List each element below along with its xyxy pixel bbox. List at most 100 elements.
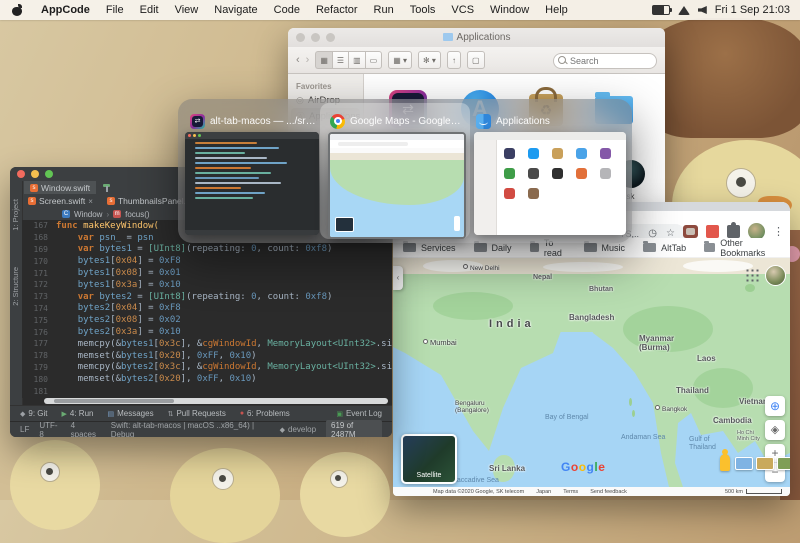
tool-button-6-problems[interactable]: ● 6: Problems xyxy=(240,409,290,418)
imagery-chip-green[interactable] xyxy=(777,457,790,470)
imagery-chips[interactable] xyxy=(735,457,790,470)
google-logo-letter: o xyxy=(570,460,579,474)
breadcrumb-method[interactable]: focus() xyxy=(125,210,149,219)
minimize-button[interactable] xyxy=(31,170,39,178)
status-619[interactable]: 619 of 2487M xyxy=(326,419,382,437)
switcher-thumbnail-appcode[interactable] xyxy=(185,132,319,235)
build-hammer-icon[interactable] xyxy=(102,183,112,192)
status-swift-[interactable]: Swift: alt-tab-macos | macOS ..x86_64) |… xyxy=(111,421,270,438)
wallpaper-chick-2 xyxy=(170,448,280,543)
tag-button[interactable]: ▢ xyxy=(466,51,485,69)
mini-code-line xyxy=(195,177,259,179)
attribution-link-send-feedback[interactable]: Send feedback xyxy=(590,489,627,495)
line-number: 181 xyxy=(33,386,48,396)
close-button[interactable] xyxy=(17,170,25,178)
gallery-view-button[interactable]: ▭ xyxy=(364,51,383,69)
close-tab-icon[interactable]: × xyxy=(88,197,93,206)
other-bookmarks[interactable]: Other Bookmarks xyxy=(704,238,780,258)
menu-view[interactable]: View xyxy=(167,1,207,19)
bookmark-alttab[interactable]: AltTab xyxy=(643,238,686,258)
list-view-button[interactable]: ☰ xyxy=(331,51,349,69)
pegman-streetview[interactable] xyxy=(720,449,730,471)
wifi-icon[interactable] xyxy=(677,5,690,15)
search-input[interactable] xyxy=(553,53,657,69)
menu-bar-clock[interactable]: Fri 1 Sep 21:03 xyxy=(715,4,790,16)
google-logo-letter: e xyxy=(598,460,606,474)
menu-window[interactable]: Window xyxy=(482,1,537,19)
status-develop[interactable]: ◆ develop xyxy=(280,425,316,434)
google-apps-grid-icon[interactable] xyxy=(745,268,759,282)
status-4[interactable]: 4 spaces xyxy=(71,421,101,438)
volume-icon[interactable] xyxy=(697,6,707,14)
code-line: 176 bytes2[0x3a] = 0x10 xyxy=(22,326,392,338)
switcher-thumbnail-finder[interactable] xyxy=(474,132,626,235)
share-button[interactable]: ↑ xyxy=(446,51,461,69)
view-mode-segment[interactable]: ▦ ☰ ▥ ▭ xyxy=(315,51,383,69)
code-text: memcpy(&bytes1[0x3c], &cgWindowId, Memor… xyxy=(56,338,392,349)
switcher-item-chrome[interactable]: Google Maps - Google Chr... xyxy=(330,113,462,129)
chrome-menu-icon[interactable]: ⋮ xyxy=(773,225,784,238)
breadcrumb-class[interactable]: Window xyxy=(74,210,102,219)
back-button[interactable]: ‹ xyxy=(296,54,300,66)
imagery-chip-water[interactable] xyxy=(735,457,753,470)
tool-button-messages[interactable]: ▤ Messages xyxy=(107,409,153,418)
tool-button-structure[interactable]: 2: Structure xyxy=(11,267,20,306)
tool-button-4-run[interactable]: ▶ 4: Run xyxy=(62,409,94,418)
apple-menu-icon[interactable] xyxy=(12,3,23,16)
menu-code[interactable]: Code xyxy=(266,1,308,19)
line-number: 169 xyxy=(33,244,48,254)
column-view-button[interactable]: ▥ xyxy=(348,51,365,69)
tool-button-event-log[interactable]: ▣ Event Log xyxy=(336,409,382,418)
attribution-link-japan[interactable]: Japan xyxy=(536,489,551,495)
account-avatar[interactable] xyxy=(765,265,786,286)
satellite-toggle[interactable]: Satellite xyxy=(401,434,457,484)
horizontal-scrollbar[interactable] xyxy=(44,398,388,404)
forward-button[interactable]: › xyxy=(306,54,310,66)
line-number: 172 xyxy=(33,280,48,290)
group-button[interactable]: ▦ ▾ xyxy=(388,51,412,69)
extensions-puzzle-icon[interactable] xyxy=(727,222,740,238)
attribution-link-terms[interactable]: Terms xyxy=(563,489,578,495)
tool-button-pull-requests[interactable]: ⇅ Pull Requests xyxy=(168,409,226,418)
code-editor[interactable]: 167 func makeKeyWindow(168 var psn_ = psn… xyxy=(22,220,392,398)
wallpaper-chick-3-pupil xyxy=(335,475,341,481)
zoom-button[interactable] xyxy=(45,170,53,178)
menu-help[interactable]: Help xyxy=(537,1,576,19)
extension-screencapture-icon[interactable] xyxy=(683,225,698,238)
globe-view-button[interactable]: ⊕ xyxy=(765,396,785,416)
side-panel-toggle[interactable]: ‹ xyxy=(393,266,403,290)
mini-code-line xyxy=(195,197,253,199)
map-label-bangkok: Bangkok xyxy=(655,405,687,413)
code-line: 171 bytes1[0x08] = 0x01 xyxy=(22,267,392,279)
menu-file[interactable]: File xyxy=(98,1,132,19)
extension-adblock-icon[interactable] xyxy=(706,225,719,238)
finder-titlebar[interactable]: Applications xyxy=(288,28,665,47)
map-label-ho-chi: Ho Chi Minh City xyxy=(737,430,760,443)
app-menu-appcode[interactable]: AppCode xyxy=(33,1,98,19)
battery-icon[interactable] xyxy=(651,5,672,15)
event-log-icon: ▣ xyxy=(336,410,343,418)
map-canvas[interactable]: New Delhi Nepal Bhutan Bangladesh India Mumba… xyxy=(393,258,790,487)
icon-view-button[interactable]: ▦ xyxy=(315,51,332,69)
menu-tools[interactable]: Tools xyxy=(402,1,444,19)
status-lf[interactable]: LF xyxy=(20,425,29,434)
finder-app-icon xyxy=(476,113,491,129)
tool-button-project[interactable]: 1: Project xyxy=(11,199,20,231)
tool-button-9-git[interactable]: ◆ 9: Git xyxy=(20,409,48,418)
bookmark-label: Music xyxy=(601,242,626,253)
status-utf-8[interactable]: UTF-8 xyxy=(39,421,60,438)
switcher-thumbnail-chrome[interactable] xyxy=(328,132,466,239)
menu-refactor[interactable]: Refactor xyxy=(308,1,366,19)
switcher-item-finder[interactable]: Applications xyxy=(476,113,624,129)
imagery-chip-terrain[interactable] xyxy=(756,457,774,470)
menu-edit[interactable]: Edit xyxy=(132,1,167,19)
compass-button[interactable]: ◈ xyxy=(765,420,785,440)
tab-screen-swift[interactable]: s Screen.swift × xyxy=(22,194,99,208)
menu-vcs[interactable]: VCS xyxy=(443,1,482,19)
tab-window-swift[interactable]: s Window.swift xyxy=(24,181,97,194)
switcher-item-appcode[interactable]: ⇄ alt-tab-macos — .../src/logic... xyxy=(190,113,318,129)
menu-navigate[interactable]: Navigate xyxy=(206,1,265,19)
action-button[interactable]: ✻ ▾ xyxy=(418,51,441,69)
mini-app-icon xyxy=(528,188,539,199)
menu-run[interactable]: Run xyxy=(366,1,402,19)
